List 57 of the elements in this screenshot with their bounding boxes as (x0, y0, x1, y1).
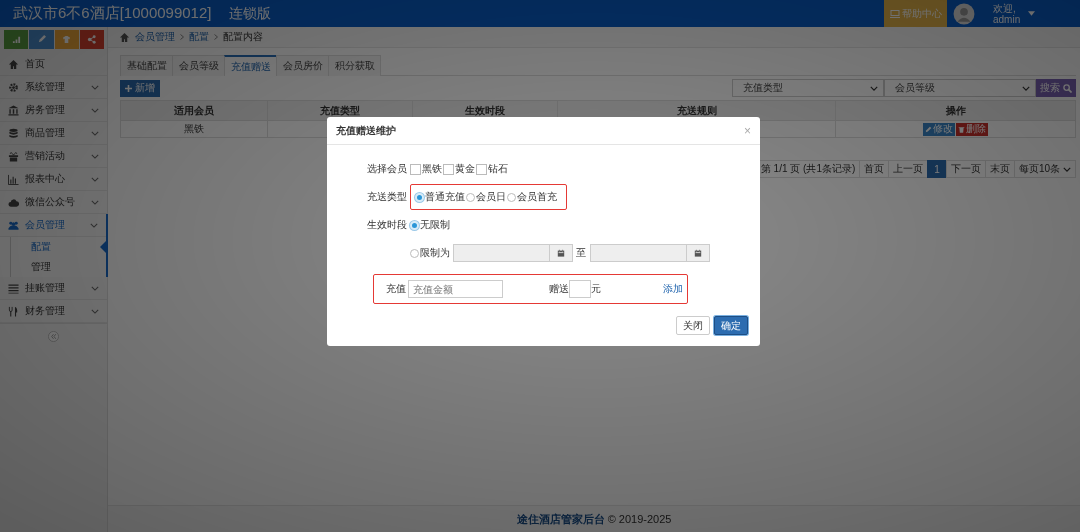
add-button[interactable]: 新增 (120, 79, 160, 97)
field-label: 生效时段 (366, 218, 408, 232)
footer-link[interactable]: 途住酒店管家后台 (516, 512, 605, 525)
breadcrumb-current: 配置内容 (223, 30, 263, 44)
dialog-title: 充值赠送维护 (336, 123, 396, 138)
sidebar-item[interactable]: 财务管理 (0, 300, 107, 323)
field-label: 充值 (386, 282, 407, 296)
amount-field[interactable]: 充值金额 (408, 280, 503, 298)
confirm-button[interactable]: 确定 (714, 316, 748, 335)
tab[interactable]: 会员房价 (276, 55, 329, 76)
close-button[interactable]: × (744, 123, 751, 138)
sidebar-item[interactable]: 房务管理 (0, 99, 107, 122)
option-label: 黄金 (455, 162, 475, 176)
field-label: 选择会员 (366, 162, 408, 176)
unit-label: 元 (591, 282, 601, 296)
option-label: 黑铁 (422, 162, 442, 176)
sidebar-item[interactable]: 系统管理 (0, 76, 107, 99)
page-size-dropdown[interactable]: 每页10条 (1013, 160, 1076, 178)
last-page-button[interactable]: 末页 (984, 160, 1015, 178)
sidebar-item[interactable]: 微信公众号 (0, 191, 107, 214)
field-label: 充送类型 (366, 190, 408, 204)
option-label: 限制为 (420, 246, 450, 260)
tab[interactable]: 会员等级 (172, 55, 225, 76)
option-label: 会员日 (476, 190, 506, 204)
sidebar-item[interactable]: 首页 (0, 53, 107, 76)
close-dialog-button[interactable]: 关闭 (676, 316, 710, 335)
delete-button[interactable]: 删除 (956, 122, 988, 136)
greeting-text: 欢迎, (993, 2, 1017, 14)
dropdown-field[interactable]: 会员等级 (884, 79, 1036, 97)
option-label: 普通充值 (425, 190, 465, 204)
tab[interactable]: 积分获取 (328, 55, 381, 76)
sidebar-item[interactable]: 挂账管理 (0, 277, 107, 300)
edit-button[interactable]: 修改 (923, 122, 955, 136)
copyright-text: © 2019-2025 (606, 512, 672, 525)
hotel-title: 武汉市6不6酒店[1000099012] (12, 4, 212, 23)
tab[interactable]: 基础配置 (120, 55, 173, 76)
user-name[interactable]: admin (993, 13, 1021, 25)
field-label: 赠送 (549, 282, 569, 296)
sidebar-item[interactable]: 商品管理 (0, 122, 107, 145)
first-page-button[interactable]: 首页 (859, 160, 890, 178)
edition-label: 连锁版 (228, 4, 272, 23)
tab[interactable]: 充值赠送 (224, 55, 277, 76)
page-button[interactable]: 1 (927, 160, 947, 178)
option-label: 无限制 (420, 218, 450, 232)
column-header: 操作 (835, 101, 1075, 120)
option-label: 钻石 (488, 162, 508, 176)
add-link[interactable]: 添加 (663, 282, 683, 296)
sidebar-item[interactable]: 报表中心 (0, 168, 107, 191)
column-header: 适用会员 (173, 103, 215, 118)
breadcrumb-link[interactable]: 会员管理 (135, 30, 175, 44)
breadcrumb-link[interactable]: 配置 (189, 30, 209, 44)
dropdown-field[interactable]: 充值类型 (732, 79, 884, 97)
option-label: 会员首充 (517, 190, 557, 204)
sidebar-item[interactable]: 营销活动 (0, 145, 107, 168)
submenu-item[interactable]: 管理 (10, 257, 106, 277)
table-cell: 黑铁 (121, 120, 267, 137)
range-separator: 至 (576, 246, 586, 260)
